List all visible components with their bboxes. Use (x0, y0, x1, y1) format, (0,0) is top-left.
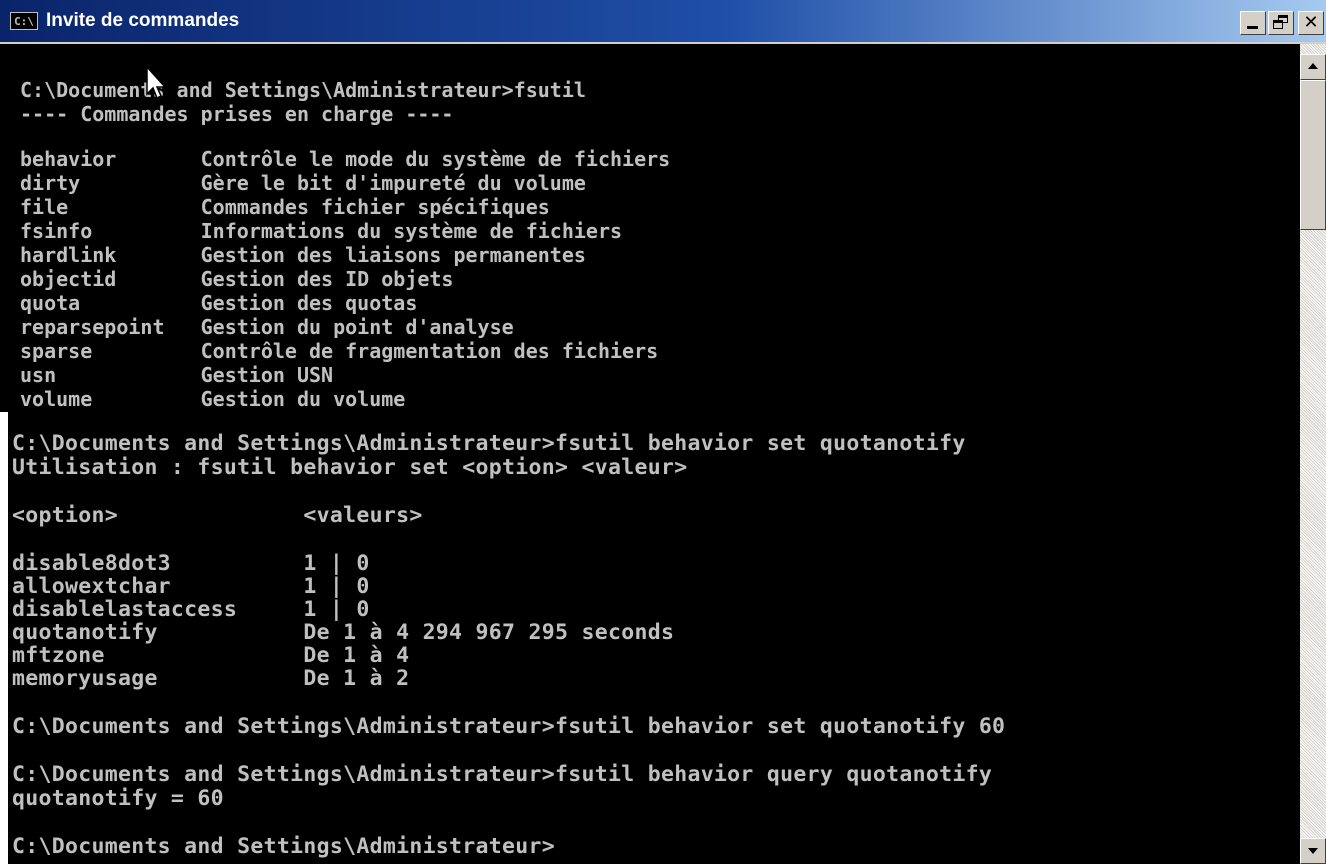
console-line: disable8dot3 1 | 0 (12, 551, 370, 576)
console-line: C:\Documents and Settings\Administrateur… (12, 431, 966, 456)
arrow-up-icon[interactable] (1300, 54, 1326, 80)
title-bar[interactable]: C:\ Invite de commandes ✕ (0, 0, 1326, 44)
console-line: memoryusage De 1 à 2 (12, 666, 410, 691)
console-prompt[interactable]: C:\Documents and Settings\Administrateur… (12, 835, 555, 859)
maximize-icon[interactable] (1268, 11, 1294, 35)
command-prompt-window: C:\ Invite de commandes ✕ C:\Documents a… (0, 0, 1326, 864)
console-line: fsinfo Informations du système de fichie… (20, 219, 623, 243)
console-line: quota Gestion des quotas (20, 291, 418, 315)
console-line: C:\Documents and Settings\Administrateur… (12, 762, 993, 787)
scrollbar-thumb[interactable] (1300, 80, 1326, 230)
console-line: <option> <valeurs> (12, 503, 423, 528)
console-line: quotanotify = 60 (12, 786, 224, 811)
console-line: sparse Contrôle de fragmentation des fic… (20, 339, 659, 363)
console-line: usn Gestion USN (20, 363, 334, 387)
console-line: objectid Gestion des ID objets (20, 267, 454, 291)
console-line: hardlink Gestion des liaisons permanente… (20, 243, 586, 267)
close-icon[interactable]: ✕ (1298, 11, 1324, 35)
console-line: behavior Contrôle le mode du système de … (20, 147, 671, 171)
console-output[interactable]: C:\Documents and Settings\Administrateur… (0, 44, 1300, 864)
window-left-border (0, 412, 8, 864)
console-line: C:\Documents and Settings\Administrateur… (20, 78, 586, 102)
minimize-icon[interactable] (1240, 11, 1266, 35)
console-line: volume Gestion du volume (20, 387, 406, 411)
arrow-down-icon[interactable] (1300, 838, 1326, 864)
vertical-scrollbar[interactable] (1300, 44, 1326, 864)
cmd-icon[interactable]: C:\ (10, 12, 38, 30)
mouse-pointer-icon (146, 66, 167, 100)
console-line: dirty Gère le bit d'impureté du volume (20, 171, 586, 195)
console-line: file Commandes fichier spécifiques (20, 195, 550, 219)
console-line: Utilisation : fsutil behavior set <optio… (12, 455, 688, 480)
console-line: mftzone De 1 à 4 (12, 643, 410, 668)
window-title: Invite de commandes (46, 10, 240, 31)
console-line: C:\Documents and Settings\Administrateur… (12, 714, 1006, 739)
console-line: allowextchar 1 | 0 (12, 574, 370, 599)
console-line: disablelastaccess 1 | 0 (12, 597, 370, 622)
window-controls: ✕ (1240, 11, 1324, 35)
console-line: reparsepoint Gestion du point d'analyse (20, 315, 514, 339)
console-line: quotanotify De 1 à 4 294 967 295 seconds (12, 620, 675, 645)
console-line: ---- Commandes prises en charge ---- (20, 102, 454, 126)
